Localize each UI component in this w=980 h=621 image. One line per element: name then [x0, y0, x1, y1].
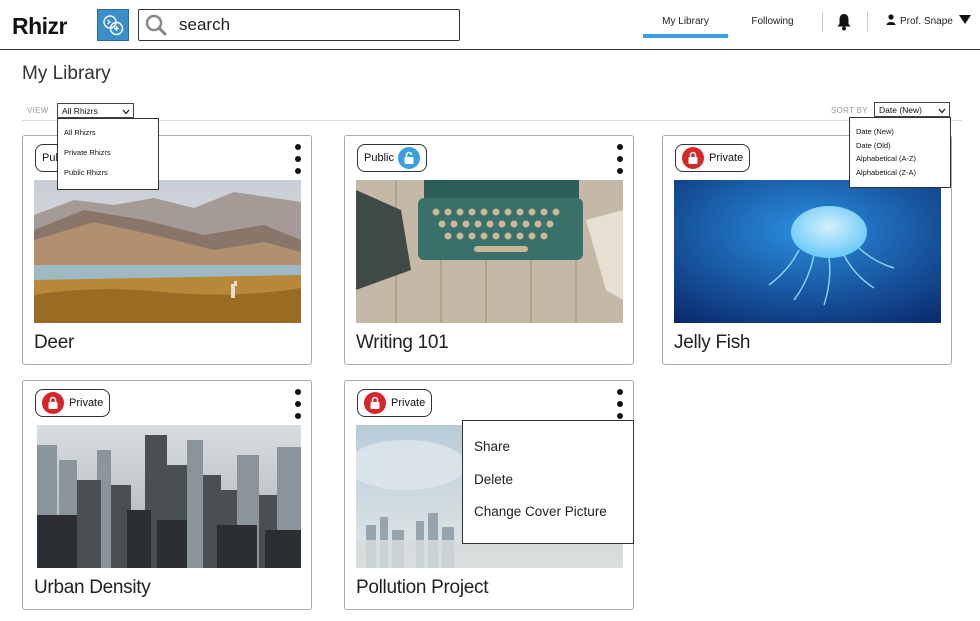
- view-selected-value: All Rhizrs: [62, 105, 98, 116]
- user-icon: [886, 14, 896, 28]
- create-rhizr-button[interactable]: [97, 9, 129, 41]
- menu-item-private-rhizrs[interactable]: Private Rhizrs: [58, 147, 158, 167]
- padlock-icon: [42, 392, 64, 414]
- visibility-badge[interactable]: Private: [35, 389, 111, 417]
- rhizr-card[interactable]: Private Urban Density: [22, 380, 312, 610]
- sort-select[interactable]: Date (New): [874, 102, 950, 117]
- menu-item-change-cover[interactable]: Change Cover Picture: [463, 504, 633, 537]
- sort-selected-value: Date (New): [879, 104, 922, 115]
- menu-item-date-old[interactable]: Date (Old): [850, 141, 950, 155]
- cover-image[interactable]: [356, 180, 623, 323]
- menu-item-alpha-az[interactable]: Alphabetical (A-Z): [850, 154, 950, 168]
- chevron-down-icon: [938, 106, 946, 116]
- chevron-down-icon: [122, 107, 130, 117]
- menu-item-delete[interactable]: Delete: [463, 472, 633, 505]
- unlocked-padlock-icon: [397, 147, 420, 169]
- search-input[interactable]: [179, 15, 449, 35]
- card-title[interactable]: Deer: [34, 332, 74, 354]
- menu-item-alpha-za[interactable]: Alphabetical (Z-A): [850, 168, 950, 182]
- visibility-badge[interactable]: Private: [357, 389, 433, 417]
- view-filter-menu: All Rhizrs Private Rhizrs Public Rhizrs: [57, 118, 159, 190]
- user-name: Prof. Snape: [900, 15, 953, 27]
- sort-label: SORT BY: [831, 106, 868, 115]
- card-title[interactable]: Pollution Project: [356, 577, 489, 599]
- top-header: Rhizr My Library Following Prof. Snape: [0, 0, 980, 50]
- visibility-label: Private: [69, 397, 104, 409]
- card-title[interactable]: Urban Density: [34, 577, 151, 599]
- cover-image[interactable]: [34, 180, 301, 323]
- visibility-label: Private: [709, 152, 744, 164]
- active-tab-indicator: [643, 34, 728, 38]
- search-box[interactable]: [138, 9, 460, 41]
- padlock-icon: [682, 147, 704, 169]
- menu-item-public-rhizrs[interactable]: Public Rhizrs: [58, 167, 158, 187]
- divider: [822, 12, 823, 32]
- padlock-icon: [364, 392, 386, 414]
- divider: [867, 12, 868, 32]
- cover-image[interactable]: [37, 425, 301, 568]
- more-options-icon[interactable]: [615, 144, 625, 174]
- search-icon[interactable]: [141, 10, 171, 40]
- visibility-badge[interactable]: Public: [357, 144, 427, 172]
- view-filter-select[interactable]: All Rhizrs: [57, 103, 134, 118]
- visibility-label: Public: [364, 152, 394, 164]
- user-menu[interactable]: Prof. Snape: [886, 14, 971, 28]
- card-title[interactable]: Writing 101: [356, 332, 449, 354]
- card-title[interactable]: Jelly Fish: [674, 332, 750, 354]
- cover-image[interactable]: [674, 180, 941, 323]
- add-node-icon: [103, 15, 124, 36]
- caret-down-icon[interactable]: [958, 15, 971, 27]
- view-label: VIEW: [27, 106, 49, 115]
- rhizr-card[interactable]: Public Writing 101: [344, 135, 634, 365]
- visibility-badge[interactable]: Private: [675, 144, 751, 172]
- more-options-icon[interactable]: [293, 389, 303, 419]
- visibility-label: Private: [391, 397, 426, 409]
- more-options-icon[interactable]: [615, 389, 625, 419]
- app-logo[interactable]: Rhizr: [12, 13, 68, 40]
- tab-my-library[interactable]: My Library: [643, 16, 728, 27]
- card-context-menu: Share Delete Change Cover Picture: [462, 420, 634, 544]
- menu-item-share[interactable]: Share: [463, 439, 633, 472]
- more-options-icon[interactable]: [293, 144, 303, 174]
- toolbar-divider: [22, 120, 962, 121]
- page-title: My Library: [22, 63, 111, 84]
- tab-following[interactable]: Following: [750, 16, 795, 27]
- menu-item-date-new[interactable]: Date (New): [850, 127, 950, 141]
- menu-item-all-rhizrs[interactable]: All Rhizrs: [58, 127, 158, 147]
- notification-bell-icon[interactable]: [836, 13, 852, 36]
- sort-menu: Date (New) Date (Old) Alphabetical (A-Z)…: [849, 117, 951, 188]
